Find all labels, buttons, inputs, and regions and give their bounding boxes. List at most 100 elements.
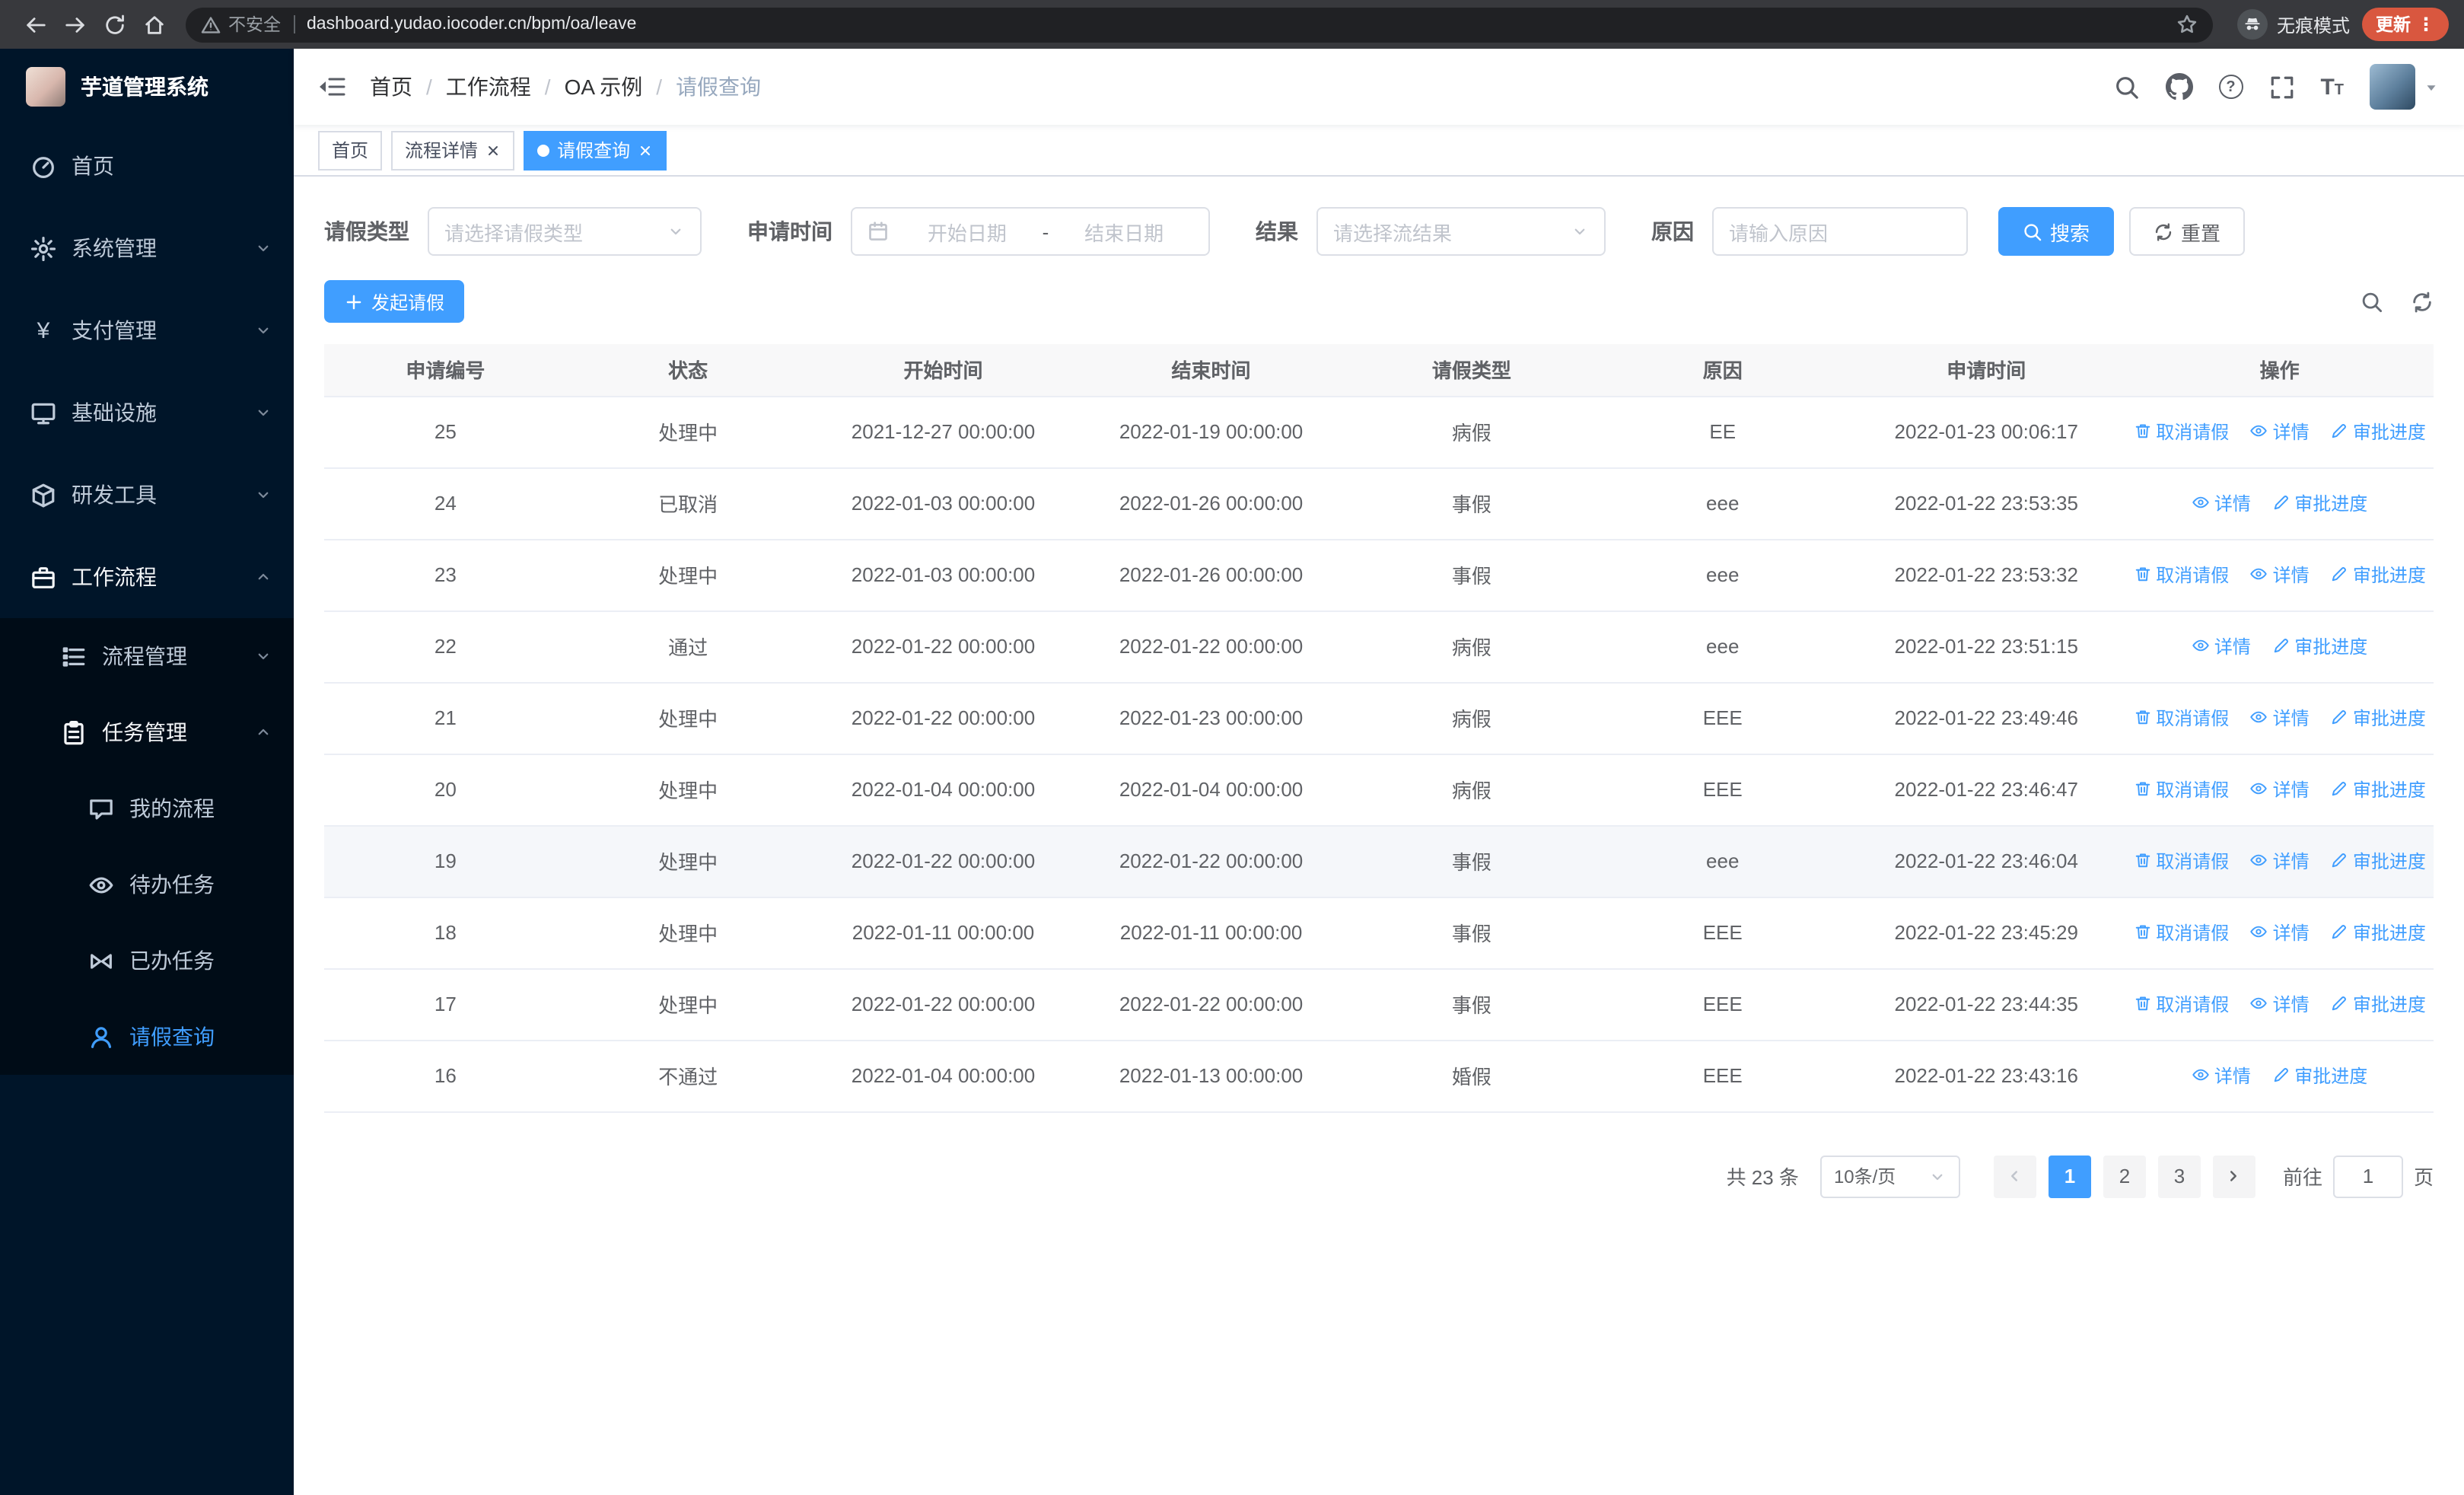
detail-link[interactable]: 详情 <box>2250 848 2310 874</box>
approval-progress-link[interactable]: 审批进度 <box>2271 633 2367 659</box>
cancel-leave-link[interactable]: 取消请假 <box>2133 848 2229 874</box>
table-row[interactable]: 23 处理中 2022-01-03 00:00:00 2022-01-26 00… <box>324 539 2434 611</box>
end-date-placeholder[interactable]: 结束日期 <box>1055 217 1193 246</box>
tab-home[interactable]: 首页 <box>318 130 383 170</box>
table-row[interactable]: 22 通过 2022-01-22 00:00:00 2022-01-22 00:… <box>324 610 2434 683</box>
detail-link[interactable]: 详情 <box>2250 776 2310 802</box>
approval-progress-link[interactable]: 审批进度 <box>2330 562 2426 588</box>
create-leave-button[interactable]: 发起请假 <box>324 280 465 323</box>
sidebar-item-done-tasks[interactable]: 已办任务 <box>0 923 294 999</box>
page-button-2[interactable]: 2 <box>2103 1155 2146 1197</box>
github-icon[interactable] <box>2165 73 2193 100</box>
approval-progress-link[interactable]: 审批进度 <box>2330 920 2426 945</box>
breadcrumb-workflow[interactable]: 工作流程 <box>446 72 531 102</box>
table-row[interactable]: 17 处理中 2022-01-22 00:00:00 2022-01-22 00… <box>324 968 2434 1041</box>
sidebar-item-todo-tasks[interactable]: 待办任务 <box>0 846 294 923</box>
avatar[interactable] <box>2370 64 2415 110</box>
approval-progress-link[interactable]: 审批进度 <box>2271 1063 2367 1089</box>
sidebar-item-task-management[interactable]: 任务管理 <box>0 694 294 770</box>
table-row[interactable]: 25 处理中 2021-12-27 00:00:00 2022-01-19 00… <box>324 396 2434 468</box>
browser-update-button[interactable]: 更新 ⋮ <box>2362 8 2449 41</box>
table-row[interactable]: 20 处理中 2022-01-04 00:00:00 2022-01-04 00… <box>324 754 2434 826</box>
page-size-select[interactable]: 10条/页 <box>1819 1155 1960 1197</box>
table-row[interactable]: 24 已取消 2022-01-03 00:00:00 2022-01-26 00… <box>324 467 2434 540</box>
approval-progress-link[interactable]: 审批进度 <box>2330 848 2426 874</box>
sidebar-item-system-management[interactable]: 系统管理 <box>0 207 294 289</box>
toggle-search-icon[interactable] <box>2361 290 2383 313</box>
detail-link[interactable]: 详情 <box>2250 419 2310 445</box>
search-button[interactable]: 搜索 <box>1998 207 2115 256</box>
result-select[interactable]: 请选择流结果 <box>1316 207 1606 256</box>
page-button-3[interactable]: 3 <box>2157 1155 2201 1197</box>
detail-link[interactable]: 详情 <box>2250 705 2310 731</box>
tab-leave-query[interactable]: 请假查询 <box>524 130 667 170</box>
app-frame: 芋道管理系统 首页 系统管理 ¥ 支付管理 基础设施 研发工具 工作流程 流程管… <box>0 49 2464 1495</box>
start-date-placeholder[interactable]: 开始日期 <box>898 217 1036 246</box>
sidebar-item-infrastructure[interactable]: 基础设施 <box>0 371 294 454</box>
cancel-leave-link[interactable]: 取消请假 <box>2133 419 2229 445</box>
cell-actions: 详情 审批进度 <box>2125 1040 2434 1112</box>
goto-page-input[interactable] <box>2332 1155 2403 1197</box>
detail-link[interactable]: 详情 <box>2192 633 2251 659</box>
table-row[interactable]: 18 处理中 2022-01-11 00:00:00 2022-01-11 00… <box>324 897 2434 969</box>
fullscreen-icon[interactable] <box>2268 74 2294 100</box>
sidebar-fold-icon[interactable] <box>318 75 345 99</box>
eye-icon <box>2250 783 2268 795</box>
reset-button[interactable]: 重置 <box>2129 207 2246 256</box>
close-icon[interactable] <box>485 142 501 158</box>
reload-icon[interactable] <box>94 5 134 44</box>
not-secure-chip[interactable]: 不安全 <box>201 12 281 37</box>
cancel-leave-link[interactable]: 取消请假 <box>2133 562 2229 588</box>
apply-time-range-picker[interactable]: 开始日期 - 结束日期 <box>851 207 1210 256</box>
font-size-icon[interactable]: TT <box>2320 75 2344 98</box>
prev-page-button[interactable] <box>1993 1155 2036 1197</box>
cancel-leave-link[interactable]: 取消请假 <box>2133 776 2229 802</box>
breadcrumb-oa-example[interactable]: OA 示例 <box>565 72 643 102</box>
header-search-icon[interactable] <box>2113 74 2139 100</box>
approval-progress-link[interactable]: 审批进度 <box>2330 776 2426 802</box>
home-icon[interactable] <box>134 5 173 44</box>
app-logo[interactable]: 芋道管理系统 <box>0 49 294 125</box>
reason-input[interactable]: 请输入原因 <box>1712 207 1968 256</box>
refresh-table-icon[interactable] <box>2411 290 2434 313</box>
bookmark-star-icon[interactable] <box>2176 14 2198 35</box>
url-text[interactable]: dashboard.yudao.iocoder.cn/bpm/oa/leave <box>307 15 2176 33</box>
address-bar[interactable]: 不安全 dashboard.yudao.iocoder.cn/bpm/oa/le… <box>186 7 2213 42</box>
table-row[interactable]: 19 处理中 2022-01-22 00:00:00 2022-01-22 00… <box>324 825 2434 897</box>
sidebar-item-payment-management[interactable]: ¥ 支付管理 <box>0 289 294 371</box>
breadcrumb-home[interactable]: 首页 <box>370 72 412 102</box>
detail-link[interactable]: 详情 <box>2192 1063 2251 1089</box>
forward-icon[interactable] <box>55 5 94 44</box>
cancel-leave-link[interactable]: 取消请假 <box>2133 920 2229 945</box>
goto-label: 前往 <box>2282 1166 2322 1189</box>
approval-progress-link[interactable]: 审批进度 <box>2330 419 2426 445</box>
cell-actions: 详情 审批进度 <box>2125 610 2434 683</box>
table-row[interactable]: 16 不通过 2022-01-04 00:00:00 2022-01-13 00… <box>324 1040 2434 1112</box>
detail-link[interactable]: 详情 <box>2192 490 2251 516</box>
sidebar-item-process-management[interactable]: 流程管理 <box>0 618 294 694</box>
detail-link[interactable]: 详情 <box>2250 991 2310 1017</box>
next-page-button[interactable] <box>2212 1155 2255 1197</box>
tab-process-detail[interactable]: 流程详情 <box>391 130 515 170</box>
approval-progress-link[interactable]: 审批进度 <box>2271 490 2367 516</box>
approval-progress-link[interactable]: 审批进度 <box>2330 705 2426 731</box>
sidebar-item-home[interactable]: 首页 <box>0 125 294 207</box>
approval-progress-link[interactable]: 审批进度 <box>2330 991 2426 1017</box>
menu-dots-icon[interactable]: ⋮ <box>2417 14 2435 35</box>
back-icon[interactable] <box>15 5 55 44</box>
sidebar-item-workflow[interactable]: 工作流程 <box>0 536 294 618</box>
page-button-1[interactable]: 1 <box>2048 1155 2091 1197</box>
detail-link[interactable]: 详情 <box>2250 920 2310 945</box>
table-row[interactable]: 21 处理中 2022-01-22 00:00:00 2022-01-23 00… <box>324 682 2434 754</box>
sidebar-item-leave-query[interactable]: 请假查询 <box>0 999 294 1075</box>
close-icon[interactable] <box>638 142 653 158</box>
detail-link[interactable]: 详情 <box>2250 562 2310 588</box>
sidebar-item-my-processes[interactable]: 我的流程 <box>0 770 294 846</box>
cell-end-time: 2022-01-11 00:00:00 <box>1077 897 1345 969</box>
user-menu[interactable] <box>2370 64 2440 110</box>
leave-type-select[interactable]: 请选择请假类型 <box>428 207 702 256</box>
help-icon[interactable]: ? <box>2218 75 2243 99</box>
sidebar-item-dev-tools[interactable]: 研发工具 <box>0 454 294 536</box>
cancel-leave-link[interactable]: 取消请假 <box>2133 705 2229 731</box>
cancel-leave-link[interactable]: 取消请假 <box>2133 991 2229 1017</box>
